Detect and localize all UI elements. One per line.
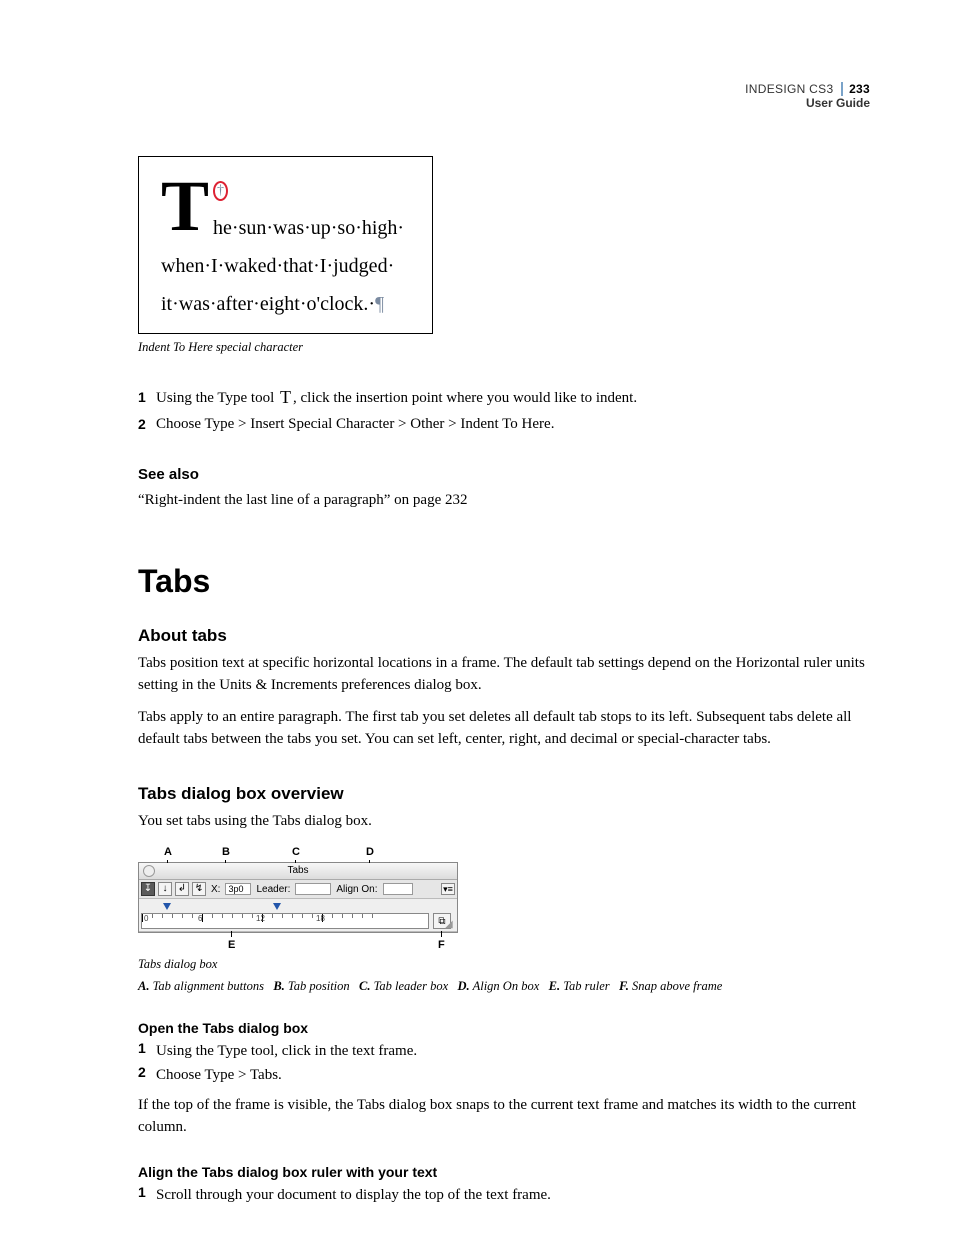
align-on-input[interactable] xyxy=(383,883,413,895)
legend-val: Tab position xyxy=(288,979,350,993)
steps-indent-to-here: 1 Using the Type tool T, click the inser… xyxy=(138,385,868,436)
page-number: 233 xyxy=(841,82,870,96)
legend-val: Tab ruler xyxy=(563,979,609,993)
tab-align-right-button[interactable]: ↲ xyxy=(175,882,189,896)
tab-align-center-button[interactable]: ↓ xyxy=(158,882,172,896)
step: 1 Using the Type tool, click in the text… xyxy=(138,1040,868,1062)
fig-line3: it·was·after·eight·o'clock.· xyxy=(161,293,375,315)
x-label: X: xyxy=(209,884,222,895)
step-number: 2 xyxy=(138,1064,156,1086)
heading-about-tabs: About tabs xyxy=(138,626,868,646)
legend-val: Align On box xyxy=(473,979,540,993)
callout-F: F xyxy=(438,931,445,951)
fig-line1: he·sun·was·up·so·high· xyxy=(213,217,404,239)
figure-tabs-dialog: A B C D Tabs ↧ ↓ ↲ ↯ X: 3p0 Leader: xyxy=(138,846,868,994)
open-dialog-note: If the top of the frame is visible, the … xyxy=(138,1094,868,1138)
figure2-caption: Tabs dialog box xyxy=(138,957,868,972)
callout-E: E xyxy=(228,931,235,951)
tab-align-decimal-button[interactable]: ↯ xyxy=(192,882,206,896)
ruler-number: 18 xyxy=(316,914,325,923)
tabs-dialog-controls: ↧ ↓ ↲ ↯ X: 3p0 Leader: Align On: ▾≡ xyxy=(139,880,457,899)
section-heading-tabs: Tabs xyxy=(138,563,868,600)
overview-p1: You set tabs using the Tabs dialog box. xyxy=(138,810,868,832)
step-text: Choose Type > Tabs. xyxy=(156,1064,868,1086)
type-tool-icon: T xyxy=(278,385,293,409)
figure2-legend: A. Tab alignment buttons B. Tab position… xyxy=(138,978,868,994)
tab-align-left-button[interactable]: ↧ xyxy=(141,882,155,896)
tab-stop-marker[interactable] xyxy=(163,903,171,910)
running-header: INDESIGN CS3 233 User Guide xyxy=(745,82,870,110)
legend-key: A. xyxy=(138,979,149,993)
legend-val: Tab leader box xyxy=(374,979,449,993)
tabs-ruler-area: 0 6 12 18 ⧉ ◢ xyxy=(139,899,457,932)
figure1-caption: Indent To Here special character xyxy=(138,340,868,355)
resize-grip-icon[interactable]: ◢ xyxy=(445,920,455,930)
legend-key: C. xyxy=(359,979,370,993)
step: 1 Using the Type tool T, click the inser… xyxy=(138,385,868,410)
step-text-after: , click the insertion point where you wo… xyxy=(293,390,637,406)
tabs-dialog-window: Tabs ↧ ↓ ↲ ↯ X: 3p0 Leader: Align On: ▾≡ xyxy=(138,862,458,933)
ruler-number: 0 xyxy=(144,914,148,923)
about-tabs-p1: Tabs position text at specific horizonta… xyxy=(138,652,868,696)
step-number: 1 xyxy=(138,385,156,410)
align-on-label: Align On: xyxy=(334,884,379,895)
panel-menu-icon[interactable]: ▾≡ xyxy=(441,883,455,895)
product-name: INDESIGN CS3 xyxy=(745,82,833,96)
step-text: Using the Type tool, click in the text f… xyxy=(156,1040,868,1062)
step-text-before: Using the Type tool xyxy=(156,390,278,406)
close-icon[interactable] xyxy=(143,865,155,877)
step-text: Choose Type > Insert Special Character >… xyxy=(156,412,868,436)
callout-row-bottom: E F xyxy=(138,933,458,951)
about-tabs-p2: Tabs apply to an entire paragraph. The f… xyxy=(138,706,868,750)
step-number: 1 xyxy=(138,1184,156,1206)
legend-val: Tab alignment buttons xyxy=(153,979,264,993)
tab-stop-marker[interactable] xyxy=(273,903,281,910)
leader-label: Leader: xyxy=(254,884,292,895)
legend-key: E. xyxy=(549,979,560,993)
figure-indent-to-here: T † he·sun·was·up·so·high· when·I·waked·t… xyxy=(138,156,433,334)
guide-name: User Guide xyxy=(745,96,870,110)
heading-open-tabs-dialog: Open the Tabs dialog box xyxy=(138,1020,868,1036)
see-also-heading: See also xyxy=(138,466,868,483)
figure-text: T † he·sun·was·up·so·high· when·I·waked·t… xyxy=(161,171,414,323)
see-also: See also “Right-indent the last line of … xyxy=(138,466,868,511)
tabs-dialog-title: Tabs xyxy=(287,865,308,876)
heading-align-ruler: Align the Tabs dialog box ruler with you… xyxy=(138,1164,868,1180)
legend-key: F. xyxy=(619,979,629,993)
legend-val: Snap above frame xyxy=(632,979,722,993)
tabs-dialog-titlebar: Tabs xyxy=(139,863,457,880)
callout-row-top: A B C D xyxy=(138,846,458,862)
legend-key: B. xyxy=(273,979,284,993)
ruler-number: 6 xyxy=(198,914,202,923)
step-text: Using the Type tool T, click the inserti… xyxy=(156,385,868,410)
heading-tabs-overview: Tabs dialog box overview xyxy=(138,784,868,804)
content-column: T † he·sun·was·up·so·high· when·I·waked·t… xyxy=(138,156,868,1208)
leader-input[interactable] xyxy=(295,883,331,895)
see-also-link: “Right-indent the last line of a paragra… xyxy=(138,489,868,511)
drop-cap: T xyxy=(161,171,213,235)
ruler-number: 12 xyxy=(256,914,265,923)
page: INDESIGN CS3 233 User Guide T † he·sun·wa… xyxy=(0,0,954,1235)
fig-line2: when·I·waked·that·I·judged· xyxy=(161,255,394,277)
step-number: 1 xyxy=(138,1040,156,1062)
indent-to-here-icon: † xyxy=(213,181,228,201)
legend-key: D. xyxy=(458,979,470,993)
pilcrow-icon: ¶ xyxy=(375,293,384,315)
tab-ruler[interactable]: 0 6 12 18 xyxy=(141,913,429,929)
step-text: Scroll through your document to display … xyxy=(156,1184,868,1206)
step: 2 Choose Type > Tabs. xyxy=(138,1064,868,1086)
step: 1 Scroll through your document to displa… xyxy=(138,1184,868,1206)
step-number: 2 xyxy=(138,412,156,436)
step: 2 Choose Type > Insert Special Character… xyxy=(138,412,868,436)
x-position-input[interactable]: 3p0 xyxy=(225,883,251,895)
